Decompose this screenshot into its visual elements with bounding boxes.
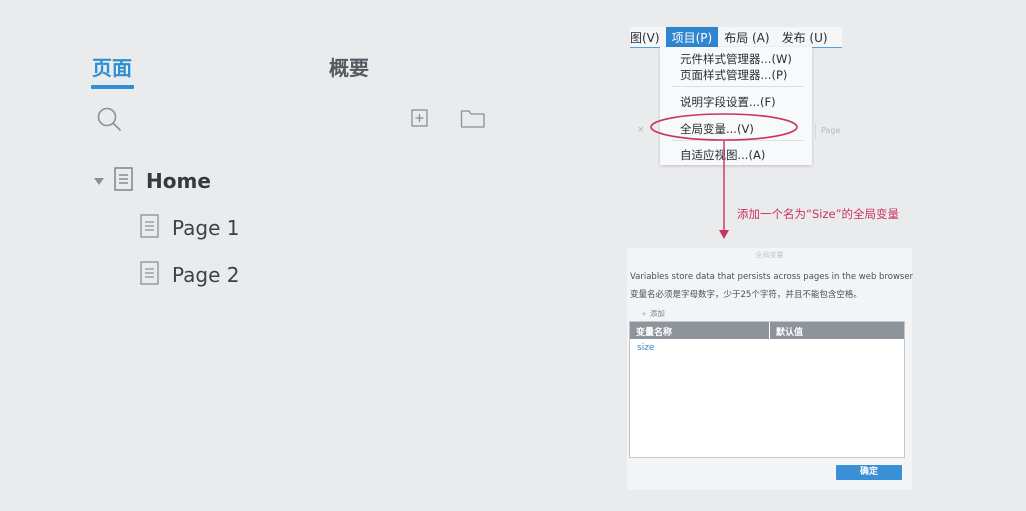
dialog-title: 全局变量 [755, 251, 784, 259]
column-header-name: 变量名称 [630, 322, 770, 339]
annotation-text: 添加一个名为“Size”的全局变量 [737, 207, 900, 221]
plus-icon: + [641, 309, 647, 318]
table-row[interactable]: size [630, 339, 904, 353]
global-variables-dialog: 全局变量 Variables store data that persists … [627, 248, 914, 490]
variables-table: 变量名称 默认值 size [629, 321, 905, 458]
add-variable-button[interactable]: + 添加 [641, 308, 665, 319]
table-header: 变量名称 默认值 [630, 322, 904, 339]
dialog-description: Variables store data that persists acros… [630, 272, 914, 282]
dialog-rule-text: 变量名必须是字母数字，少于25个字符，并且不能包含空格。 [630, 290, 862, 300]
variable-name-cell[interactable]: size [637, 343, 654, 353]
highlight-ellipse [650, 113, 798, 141]
add-variable-label: 添加 [649, 309, 665, 318]
column-header-default: 默认值 [776, 328, 804, 338]
annotation-arrow-head [719, 230, 729, 239]
ok-button[interactable]: 确定 [836, 465, 902, 480]
screen: 页面 概要 Home Page 1 Page 2 图(V) 项目(P) 布局 (… [0, 0, 1026, 511]
